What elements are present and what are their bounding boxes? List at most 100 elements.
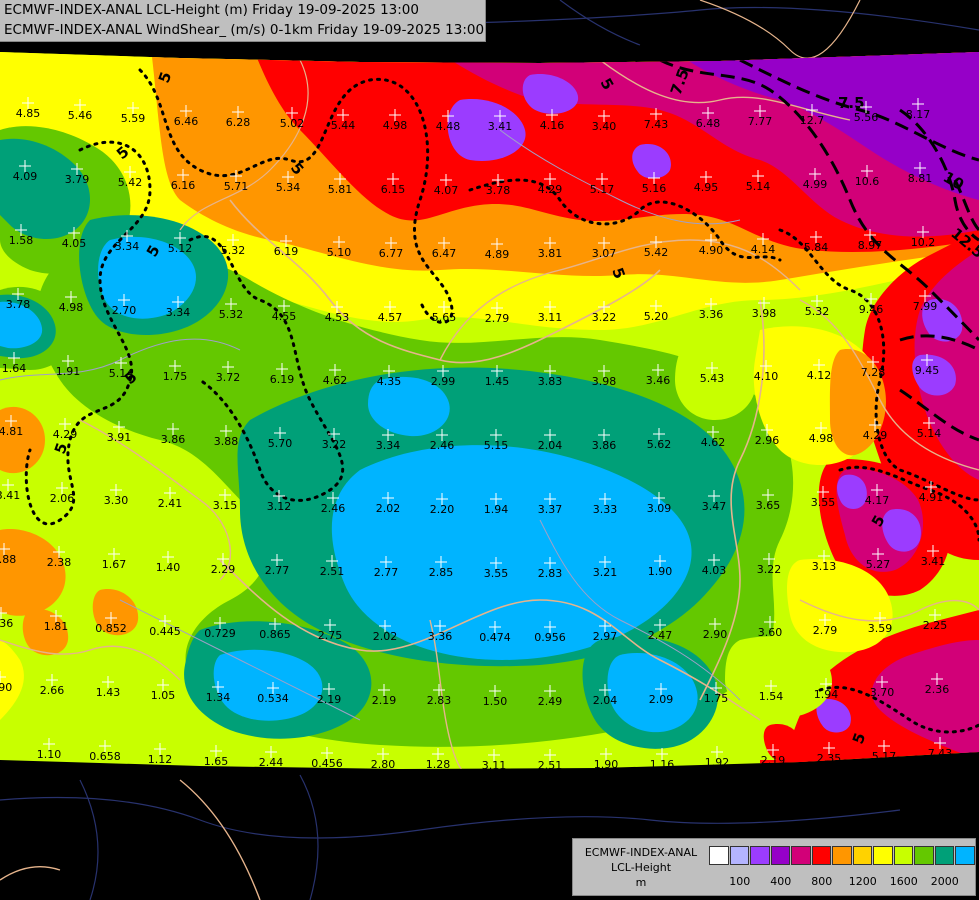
station-value: 1.45 (485, 375, 510, 388)
station-value: 3.22 (592, 311, 617, 324)
station-value: 3.22 (322, 438, 347, 451)
station-value: 4.14 (751, 243, 776, 256)
station-value: 4.81 (0, 425, 23, 438)
station-value: 2.38 (47, 556, 72, 569)
station-value: 6.77 (379, 247, 404, 260)
station-value: 10.2 (911, 236, 936, 249)
station-value: 5.27 (866, 558, 891, 571)
station-value: 5.44 (331, 119, 356, 132)
station-value: 3.09 (647, 502, 672, 515)
station-value: 7.43 (644, 118, 669, 131)
station-value: 2.51 (320, 565, 345, 578)
station-value: 0.658 (89, 750, 121, 763)
station-value: 1.90 (594, 758, 619, 771)
station-value: 3.46 (646, 374, 671, 387)
station-value: 5.14 (746, 180, 771, 193)
station-value: 3.41 (488, 120, 513, 133)
station-value: 0.474 (479, 631, 511, 644)
station-value: 7.77 (748, 115, 773, 128)
station-value: 2.75 (318, 629, 343, 642)
station-value: 4.29 (863, 429, 888, 442)
station-value: 2.20 (430, 503, 455, 516)
station-value: 1.54 (759, 690, 784, 703)
station-value: 1.90 (648, 565, 673, 578)
station-value: 7.43 (928, 747, 953, 760)
station-value: 5.34 (276, 181, 301, 194)
station-value: 4.35 (377, 375, 402, 388)
station-value: 4.57 (378, 311, 403, 324)
station-value: 10.6 (855, 175, 880, 188)
station-value: 1.65 (204, 755, 229, 768)
station-value: 0.445 (149, 625, 181, 638)
station-value: 9.46 (859, 303, 884, 316)
station-value: 4.98 (383, 119, 408, 132)
station-value: 4.98 (59, 301, 84, 314)
station-value: 4.29 (53, 428, 78, 441)
station-value: 5.20 (644, 310, 669, 323)
station-value: 5.17 (590, 183, 615, 196)
station-value: 4.10 (754, 370, 779, 383)
station-value: 4.48 (436, 120, 461, 133)
station-value: 1.12 (148, 753, 173, 766)
station-value: 3.07 (592, 247, 617, 260)
station-value: 1.67 (102, 558, 127, 571)
station-value: 8.81 (908, 172, 933, 185)
station-value: 3.34 (115, 240, 140, 253)
station-value: 5.16 (642, 182, 667, 195)
station-value: 5.56 (854, 111, 879, 124)
station-value: 3.88 (214, 435, 239, 448)
legend-tick-label: 1600 (889, 875, 918, 888)
station-value: 3.70 (870, 686, 895, 699)
legend-unit: m (635, 876, 647, 889)
station-value: 2.79 (813, 624, 838, 637)
legend: ECMWF-INDEX-ANAL LCL-Height m 100 400 800 1… (572, 838, 976, 896)
lcl-height-field (0, 52, 979, 769)
station-value: 7.99 (913, 300, 938, 313)
legend-tick-label: 400 (770, 875, 792, 888)
station-value: 5.42 (644, 246, 669, 259)
station-value: 1.94 (814, 688, 839, 701)
station-value: 3.33 (593, 503, 618, 516)
station-value: 5.70 (268, 437, 293, 450)
station-value: 1.75 (704, 692, 729, 705)
station-value: 2.02 (376, 502, 401, 515)
station-value: 3.59 (868, 622, 893, 635)
station-value: 1.75 (163, 370, 188, 383)
station-value: 2.83 (427, 694, 452, 707)
map-header: ECMWF-INDEX-ANAL LCL-Height (m) Friday 1… (0, 0, 486, 42)
legend-parameter: LCL-Height (610, 861, 672, 874)
station-value: 3.98 (592, 375, 617, 388)
station-value: 3.81 (538, 247, 563, 260)
station-value: 6.47 (432, 247, 457, 260)
station-value: 2.51 (538, 759, 563, 772)
station-value: 3.55 (811, 496, 836, 509)
legend-color-scale (709, 846, 976, 866)
legend-model: ECMWF-INDEX-ANAL (584, 846, 698, 859)
legend-tick-label: 800 (811, 875, 833, 888)
station-value: 2.19 (317, 693, 342, 706)
station-value: 3.98 (752, 307, 777, 320)
station-value: 1.94 (484, 503, 509, 516)
legend-tick-labels: 100 400 800 1200 1600 2000 (709, 875, 969, 889)
station-value: 0.456 (311, 757, 343, 770)
station-value: 5.84 (804, 241, 829, 254)
station-value: 1.92 (705, 756, 730, 769)
station-value: 2.66 (40, 684, 65, 697)
station-value: 3.12 (267, 500, 292, 513)
station-value: 3.78 (486, 184, 511, 197)
station-value: 9.45 (915, 364, 940, 377)
station-value: 5.59 (121, 112, 146, 125)
station-value: 0.956 (534, 631, 566, 644)
legend-title: ECMWF-INDEX-ANAL LCL-Height m (577, 845, 705, 890)
station-value: 1.91 (56, 365, 81, 378)
station-value: 4.09 (13, 170, 38, 183)
station-value: 2.09 (649, 693, 674, 706)
station-value: 2.88 (0, 553, 16, 566)
station-value: 5.15 (484, 439, 509, 452)
station-value: 0.534 (257, 692, 289, 705)
station-value: 3.41 (921, 555, 946, 568)
station-value: 2.96 (755, 434, 780, 447)
weather-map: 5 5 5 5 5 5 5 7.5 7.5 10 12.5 5 5 5 4.85… (0, 0, 979, 900)
station-value: 3.55 (484, 567, 509, 580)
station-value: 6.46 (174, 115, 199, 128)
